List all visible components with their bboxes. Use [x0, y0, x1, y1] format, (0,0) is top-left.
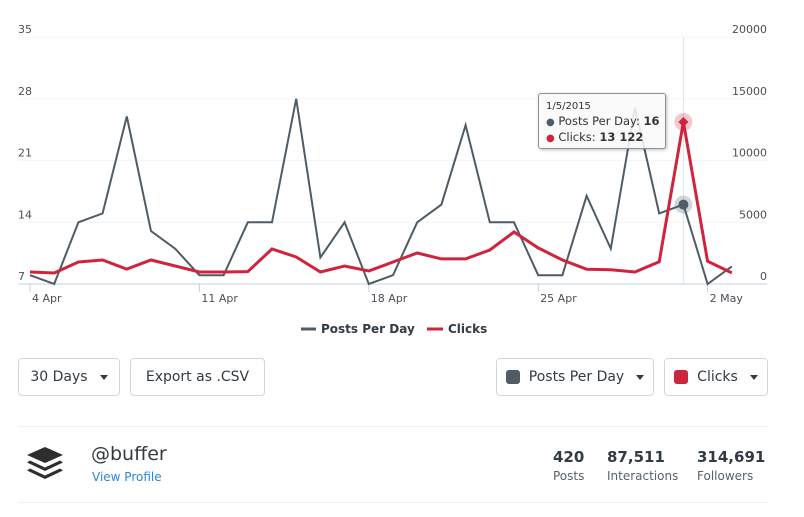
view-profile-link[interactable]: View Profile — [92, 470, 162, 484]
stat-interactions-value: 87,511 — [607, 448, 665, 466]
right-tick-label: 20000 — [732, 23, 767, 36]
tooltip-label-posts: Posts Per Day: — [558, 114, 640, 128]
stat-followers-value: 314,691 — [697, 448, 766, 466]
stat-posts-value: 420 — [553, 448, 585, 466]
legend-label-posts: Posts Per Day — [321, 322, 415, 336]
tooltip-value-clicks: 13 122 — [599, 130, 644, 144]
chevron-down-icon — [636, 374, 645, 380]
posts-marker — [678, 199, 689, 210]
metric2-label: Clicks — [697, 369, 738, 385]
left-tick-label: 35 — [18, 23, 32, 36]
buffer-logo-icon — [27, 447, 63, 479]
legend-item-clicks[interactable]: Clicks — [427, 322, 487, 336]
divider-bottom — [18, 502, 768, 503]
divider-top — [18, 426, 768, 427]
x-axis: 4 Apr 11 Apr 18 Apr 25 Apr 2 May — [18, 283, 767, 305]
tooltip-label-clicks: Clicks: — [558, 130, 596, 144]
date-range-dropdown[interactable]: 30 Days — [18, 358, 120, 396]
chevron-down-icon — [749, 374, 758, 380]
x-tick-label: 25 Apr — [540, 292, 577, 305]
left-tick-label: 21 — [18, 147, 32, 160]
export-csv-label: Export as .CSV — [145, 369, 250, 385]
right-tick-label: 5000 — [739, 208, 767, 221]
left-tick-label: 14 — [18, 208, 32, 221]
legend[interactable]: Posts Per Day Clicks — [301, 322, 487, 336]
tooltip-dot-posts-icon: ● — [546, 117, 555, 128]
line-chart: 7 14 21 28 35 0 5000 10000 15000 20000 4 Apr 11 A… — [18, 23, 767, 336]
stat-posts: 420 Posts — [553, 448, 584, 483]
metric1-dropdown[interactable]: Posts Per Day — [496, 358, 654, 396]
clicks-color-swatch-icon — [674, 370, 689, 384]
tooltip-dot-clicks-icon: ● — [546, 133, 555, 144]
x-tick-label: 4 Apr — [32, 292, 62, 305]
export-csv-button[interactable]: Export as .CSV — [130, 358, 265, 396]
stat-followers-label: Followers — [697, 469, 754, 483]
tooltip-row-clicks: ● Clicks: 13 122 — [546, 130, 665, 146]
metric1-label: Posts Per Day — [528, 369, 625, 385]
right-tick-label: 15000 — [732, 85, 767, 98]
x-tick-label: 11 Apr — [201, 292, 238, 305]
legend-label-clicks: Clicks — [448, 322, 487, 336]
left-axis: 7 14 21 28 35 — [18, 23, 32, 283]
x-tick-label: 2 May — [710, 292, 744, 305]
chevron-down-icon — [99, 374, 108, 380]
posts-color-swatch-icon — [505, 370, 520, 384]
left-tick-label: 28 — [18, 85, 32, 98]
tooltip-date: 1/5/2015 — [546, 101, 591, 112]
chart-tooltip: 1/5/2015 ● Posts Per Day: 16 ● Clicks: 1… — [538, 93, 666, 149]
profile-handle: @buffer — [91, 443, 167, 465]
right-axis: 0 5000 10000 15000 20000 — [732, 23, 767, 283]
tooltip-row-posts: ● Posts Per Day: 16 — [546, 114, 665, 130]
right-tick-label: 10000 — [732, 147, 767, 160]
date-range-label: 30 Days — [30, 369, 88, 385]
tooltip-value-posts: 16 — [643, 114, 660, 128]
stat-followers: 314,691 Followers — [697, 448, 765, 483]
metric2-dropdown[interactable]: Clicks — [664, 358, 768, 396]
right-tick-label: 0 — [760, 270, 767, 283]
stat-interactions: 87,511 Interactions — [607, 448, 678, 483]
left-tick-label: 7 — [18, 270, 25, 283]
stat-interactions-label: Interactions — [607, 469, 679, 483]
stat-posts-label: Posts — [553, 469, 585, 483]
legend-item-posts[interactable]: Posts Per Day — [301, 322, 415, 336]
x-tick-label: 18 Apr — [371, 292, 408, 305]
